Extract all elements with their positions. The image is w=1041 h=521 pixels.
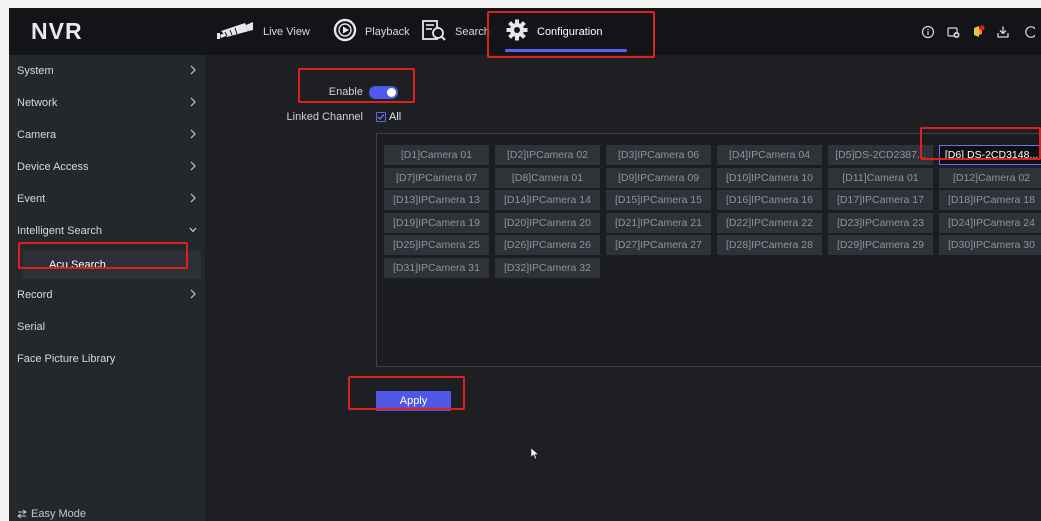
camera-icon: [215, 19, 255, 44]
sidebar-item-face-picture-library[interactable]: Face Picture Library: [9, 343, 205, 374]
screenshot-frame: NVR Live View Playback Search Configurat…: [0, 0, 1041, 521]
enable-label: Enable: [328, 86, 363, 98]
nav-configuration-label: Configuration: [537, 25, 603, 38]
channel-button[interactable]: [D5]DS-2CD2387...: [828, 145, 933, 165]
sidebar-item-network[interactable]: Network: [9, 87, 205, 118]
apply-button[interactable]: Apply: [376, 391, 451, 411]
channel-button[interactable]: [D14]IPCamera 14: [495, 190, 600, 210]
chevron-right-icon: [190, 193, 196, 203]
channel-button[interactable]: [D8]Camera 01: [495, 167, 600, 188]
sidebar-item-event[interactable]: Event: [9, 183, 205, 214]
channel-button[interactable]: [D6] DS-2CD3148...: [939, 145, 1041, 165]
top-bar: NVR Live View Playback Search Configurat…: [9, 8, 1041, 55]
channel-list: [D1]Camera 01 [D2]IPCamera 02 [D3]IPCamera…: [376, 133, 1041, 367]
channel-button[interactable]: [D23]IPCamera 23: [828, 212, 933, 233]
sidebar-item-label: Face Picture Library: [17, 352, 116, 365]
all-checkbox-label: All: [389, 111, 402, 123]
channel-button[interactable]: [D22]IPCamera 22: [717, 212, 822, 233]
nav-configuration[interactable]: Configuration: [505, 8, 602, 55]
chevron-down-icon: [189, 227, 197, 233]
sidebar-item-device-access[interactable]: Device Access: [9, 151, 205, 182]
sidebar-item-system[interactable]: System: [9, 55, 205, 86]
enable-toggle[interactable]: [369, 86, 398, 99]
channel-button[interactable]: [D29]IPCamera 29: [828, 235, 933, 255]
channel-button[interactable]: [D16]IPCamera 16: [717, 190, 822, 210]
nav-live-view[interactable]: Live View: [215, 8, 310, 55]
gear-icon: [505, 18, 529, 45]
nav-playback-label: Playback: [365, 25, 410, 38]
sidebar-item-camera[interactable]: Camera: [9, 119, 205, 150]
check-icon: [377, 114, 385, 120]
channel-button[interactable]: [D30]IPCamera 30: [939, 235, 1041, 255]
linked-channel-label: Linked Channel: [286, 111, 363, 123]
sidebar-item-label: Record: [17, 288, 53, 301]
sidebar-item-acu-search[interactable]: Acu Search: [23, 251, 201, 279]
nav-live-view-label: Live View: [263, 25, 310, 38]
nav-search-label: Search: [455, 25, 490, 38]
playback-icon: [333, 18, 357, 45]
channel-button[interactable]: [D12]Camera 02: [939, 167, 1041, 188]
channel-button[interactable]: [D27]IPCamera 27: [606, 235, 711, 255]
sidebar-item-intelligent-search[interactable]: Intelligent Search: [9, 215, 205, 246]
channel-button[interactable]: [D17]IPCamera 17: [828, 190, 933, 210]
sidebar-item-label: Camera: [17, 128, 57, 141]
channel-button[interactable]: [D19]IPCamera 19: [384, 212, 489, 233]
channel-button[interactable]: [D20]IPCamera 20: [495, 212, 600, 233]
more-icon[interactable]: [1021, 25, 1035, 39]
sidebar-item-label: Acu Search: [49, 259, 106, 271]
chevron-right-icon: [190, 161, 196, 171]
info-icon[interactable]: [921, 25, 935, 39]
sidebar-item-label: Network: [17, 96, 58, 109]
channel-button[interactable]: [D10]IPCamera 10: [717, 167, 822, 188]
sidebar-item-label: Serial: [17, 320, 46, 333]
channel-button[interactable]: [D25]IPCamera 25: [384, 235, 489, 255]
channel-button[interactable]: [D1]Camera 01: [384, 145, 489, 165]
notification-icon[interactable]: [971, 24, 985, 39]
nav-playback[interactable]: Playback: [333, 8, 410, 55]
nav-search[interactable]: Search: [421, 8, 490, 55]
chevron-right-icon: [190, 97, 196, 107]
channel-button[interactable]: [D28]IPCamera 28: [717, 235, 822, 255]
alarm-icon[interactable]: [946, 25, 960, 39]
channel-button[interactable]: [D18]IPCamera 18: [939, 190, 1041, 210]
channel-button[interactable]: [D15]IPCamera 15: [606, 190, 711, 210]
all-checkbox[interactable]: [376, 112, 386, 122]
channel-button[interactable]: [D31]IPCamera 31: [384, 257, 489, 278]
channel-button[interactable]: [D21]IPCamera 21: [606, 212, 711, 233]
channel-button[interactable]: [D7]IPCamera 07: [384, 167, 489, 188]
sidebar-item-serial[interactable]: Serial: [9, 311, 205, 342]
sidebar-item-record[interactable]: Record: [9, 279, 205, 310]
channel-button[interactable]: [D11]Camera 01: [828, 167, 933, 188]
chevron-right-icon: [190, 129, 196, 139]
sidebar: System Network Camera Device Access Even…: [9, 55, 205, 521]
header-right-icons: [921, 8, 1035, 55]
easy-mode-label: Easy Mode: [31, 508, 87, 520]
sidebar-item-label: Event: [17, 192, 46, 205]
app-logo: NVR: [31, 18, 83, 44]
chevron-right-icon: [190, 65, 196, 75]
mouse-cursor-icon: [531, 448, 540, 460]
download-icon[interactable]: [996, 25, 1010, 39]
sidebar-item-label: Intelligent Search: [17, 224, 102, 237]
sidebar-item-label: Device Access: [17, 160, 89, 173]
toggle-knob: [387, 88, 396, 97]
search-icon: [421, 18, 447, 45]
active-tab-indicator: [505, 49, 627, 52]
chevron-right-icon: [190, 289, 196, 299]
nvr-app: NVR Live View Playback Search Configurat…: [9, 8, 1041, 521]
channel-button[interactable]: [D9]IPCamera 09: [606, 167, 711, 188]
channel-button[interactable]: [D13]IPCamera 13: [384, 190, 489, 210]
channel-button[interactable]: [D3]IPCamera 06: [606, 145, 711, 165]
channel-button[interactable]: [D26]IPCamera 26: [495, 235, 600, 255]
channel-button[interactable]: [D2]IPCamera 02: [495, 145, 600, 165]
channel-button[interactable]: [D32]IPCamera 32: [495, 257, 600, 278]
sidebar-item-label: System: [17, 64, 54, 77]
easy-mode-toggle[interactable]: Easy Mode: [17, 507, 86, 521]
channel-button[interactable]: [D24]IPCamera 24: [939, 212, 1041, 233]
swap-icon: [17, 509, 27, 519]
channel-button[interactable]: [D4]IPCamera 04: [717, 145, 822, 165]
